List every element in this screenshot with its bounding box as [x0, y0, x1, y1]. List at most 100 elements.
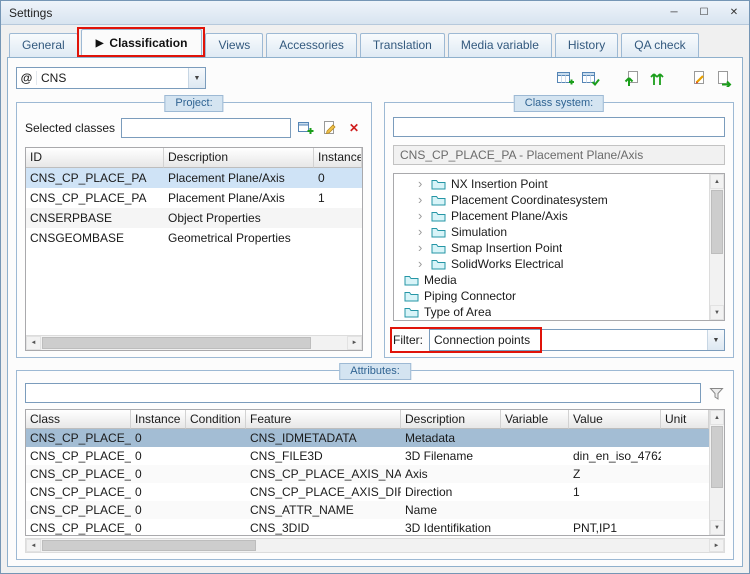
- scheme-combobox-value: CNS: [37, 71, 188, 85]
- column-header-condition[interactable]: Condition: [186, 410, 246, 429]
- column-header-description[interactable]: Description: [164, 148, 314, 168]
- attributes-filter-input[interactable]: [25, 383, 701, 403]
- tab-general[interactable]: General: [9, 33, 78, 57]
- filter-funnel-icon[interactable]: [707, 385, 725, 401]
- tree-item[interactable]: › Placement Coordinatesystem: [394, 192, 709, 208]
- table-row[interactable]: CNS_CP_PLACE_PA 0 CNS_IDMETADATA Metadat…: [26, 429, 709, 447]
- chevron-down-icon[interactable]: ▼: [188, 68, 205, 88]
- scrollbar-thumb[interactable]: [42, 540, 256, 551]
- scrollbar-thumb[interactable]: [711, 426, 723, 488]
- scroll-left-icon[interactable]: ◄: [26, 539, 41, 552]
- tree-item[interactable]: › NX Insertion Point: [394, 176, 709, 192]
- expand-chevron-icon[interactable]: ›: [418, 195, 426, 205]
- expand-chevron-icon[interactable]: ›: [418, 243, 426, 253]
- class-system-tree: › NX Insertion Point › Placement Coordin…: [393, 173, 725, 321]
- tab-history[interactable]: History: [555, 33, 618, 57]
- scroll-down-icon[interactable]: ▼: [710, 520, 724, 535]
- check-file-icon[interactable]: [689, 69, 709, 87]
- vertical-scrollbar[interactable]: ▲ ▼: [709, 174, 724, 320]
- scroll-right-icon[interactable]: ►: [709, 539, 724, 552]
- table-import-icon[interactable]: [555, 69, 575, 87]
- titlebar: Settings ─ ☐ ✕: [1, 1, 749, 25]
- table-row[interactable]: CNS_CP_PLACE_PA Placement Plane/Axis 1: [26, 188, 362, 208]
- folder-icon: [431, 194, 446, 206]
- column-header-id[interactable]: ID: [26, 148, 164, 168]
- scroll-right-icon[interactable]: ►: [347, 336, 362, 350]
- tree-item[interactable]: Type of Area: [394, 304, 709, 320]
- classification-toolbar: [555, 69, 734, 87]
- horizontal-scrollbar[interactable]: ◄ ►: [25, 538, 725, 553]
- scheme-combobox[interactable]: @ CNS ▼: [16, 67, 206, 89]
- table-export-icon[interactable]: [580, 69, 600, 87]
- tree-item[interactable]: Piping Connector: [394, 288, 709, 304]
- close-button[interactable]: ✕: [719, 1, 749, 24]
- table-row[interactable]: CNS_CP_PLACE_PA 0 CNS_ATTR_NAME Name: [26, 501, 709, 519]
- scrollbar-thumb[interactable]: [711, 190, 723, 254]
- tab-qa-check[interactable]: QA check: [621, 33, 698, 57]
- table-row[interactable]: CNS_CP_PLACE_PA 0 CNS_CP_PLACE_AXIS_DIR …: [26, 483, 709, 501]
- tree-item[interactable]: › SolidWorks Electrical: [394, 256, 709, 272]
- minimize-button[interactable]: ─: [659, 1, 689, 24]
- panels-row: Project: Selected classes ✕ ID Descri: [16, 102, 734, 358]
- expand-chevron-icon[interactable]: ›: [418, 179, 426, 189]
- table-row[interactable]: CNS_CP_PLACE_PA 0 CNS_3DID 3D Identifika…: [26, 519, 709, 536]
- tree-item[interactable]: › Smap Insertion Point: [394, 240, 709, 256]
- tab-media-variable[interactable]: Media variable: [448, 33, 552, 57]
- expand-chevron-icon[interactable]: ›: [418, 227, 426, 237]
- scrollbar-track[interactable]: [41, 539, 709, 552]
- tree-item[interactable]: › Simulation: [394, 224, 709, 240]
- edit-class-icon[interactable]: [321, 120, 339, 136]
- vertical-scrollbar[interactable]: ▲ ▼: [709, 410, 724, 535]
- scroll-up-icon[interactable]: ▲: [710, 174, 724, 189]
- project-classes-table: ID Description Instance CNS_CP_PLACE_PA …: [25, 147, 363, 351]
- scrollbar-track[interactable]: [710, 425, 724, 520]
- column-header-variable[interactable]: Variable: [501, 410, 569, 429]
- scrollbar-track[interactable]: [41, 336, 347, 350]
- table-row[interactable]: CNS_CP_PLACE_PA 0 CNS_CP_PLACE_AXIS_NAME…: [26, 465, 709, 483]
- tab-classification[interactable]: ▶ Classification: [81, 29, 203, 57]
- annotation-cursor-icon: ▶: [96, 38, 104, 49]
- filter-combobox[interactable]: Connection points ▼: [429, 329, 725, 351]
- project-table-rows: CNS_CP_PLACE_PA Placement Plane/Axis 0 C…: [26, 168, 362, 248]
- tree-item[interactable]: Media: [394, 272, 709, 288]
- selected-class-display: CNS_CP_PLACE_PA - Placement Plane/Axis: [393, 145, 725, 165]
- expand-chevron-icon[interactable]: ›: [418, 259, 426, 269]
- column-header-instance[interactable]: Instance: [314, 148, 362, 168]
- table-row[interactable]: CNSGEOMBASE Geometrical Properties: [26, 228, 362, 248]
- column-header-value[interactable]: Value: [569, 410, 661, 429]
- scroll-down-icon[interactable]: ▼: [710, 305, 724, 320]
- table-row[interactable]: CNS_CP_PLACE_PA 0 CNS_FILE3D 3D Filename…: [26, 447, 709, 465]
- scrollbar-thumb[interactable]: [42, 337, 311, 349]
- chevron-down-icon[interactable]: ▼: [707, 330, 724, 350]
- tab-views[interactable]: Views: [205, 33, 263, 57]
- scroll-up-icon[interactable]: ▲: [710, 410, 724, 425]
- column-header-unit[interactable]: Unit: [661, 410, 709, 429]
- tree-item[interactable]: › Placement Plane/Axis: [394, 208, 709, 224]
- scroll-left-icon[interactable]: ◄: [26, 336, 41, 350]
- table-row[interactable]: CNS_CP_PLACE_PA Placement Plane/Axis 0: [26, 168, 362, 188]
- scrollbar-track[interactable]: [710, 189, 724, 305]
- column-header-description[interactable]: Description: [401, 410, 501, 429]
- export-file-icon[interactable]: [714, 69, 734, 87]
- column-header-instance[interactable]: Instance: [131, 410, 186, 429]
- delete-class-icon[interactable]: ✕: [345, 120, 363, 136]
- expand-chevron-icon[interactable]: ›: [418, 211, 426, 221]
- attributes-panel-header: Attributes:: [339, 363, 411, 380]
- update-classes-icon[interactable]: [647, 69, 667, 87]
- add-class-icon[interactable]: [297, 120, 315, 136]
- tab-translation[interactable]: Translation: [360, 33, 445, 57]
- column-header-class[interactable]: Class: [26, 410, 131, 429]
- class-system-search-input[interactable]: [393, 117, 725, 137]
- horizontal-scrollbar[interactable]: ◄ ►: [26, 335, 362, 350]
- project-table-header: ID Description Instance: [26, 148, 362, 168]
- column-header-feature[interactable]: Feature: [246, 410, 401, 429]
- folder-icon: [431, 226, 446, 238]
- selected-classes-input[interactable]: [121, 118, 291, 138]
- tab-accessories[interactable]: Accessories: [266, 33, 357, 57]
- add-classes-icon[interactable]: [622, 69, 642, 87]
- filter-row: Filter: Connection points ▼: [393, 329, 725, 351]
- classification-page: @ CNS ▼: [7, 57, 743, 567]
- settings-window: Settings ─ ☐ ✕ General ▶ Classification …: [0, 0, 750, 574]
- table-row[interactable]: CNSERPBASE Object Properties: [26, 208, 362, 228]
- maximize-button[interactable]: ☐: [689, 1, 719, 24]
